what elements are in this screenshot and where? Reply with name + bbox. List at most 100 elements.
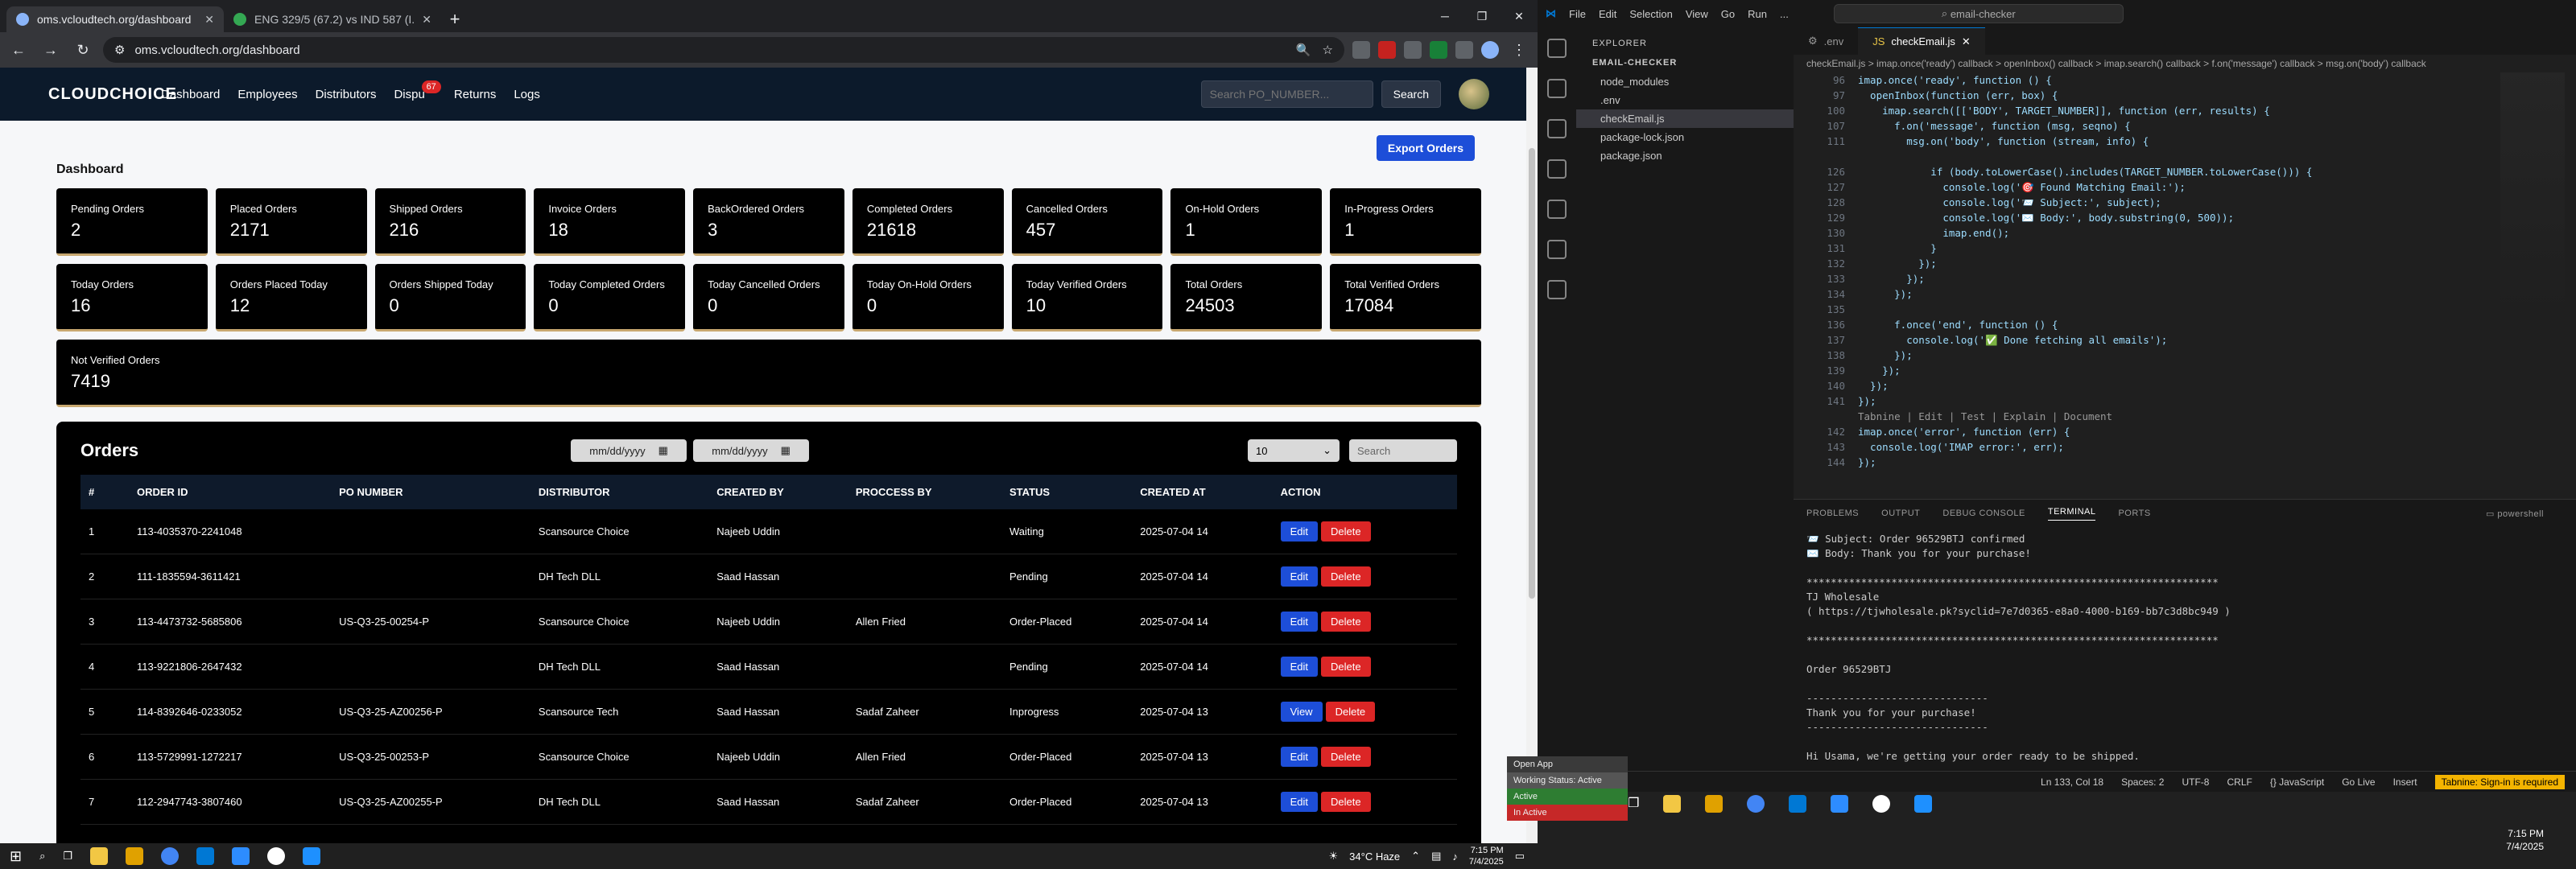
menu-kebab-icon[interactable]: ⋮ (1507, 42, 1531, 59)
row-view-button[interactable]: View (1280, 702, 1323, 722)
puzzle-icon[interactable] (1455, 41, 1473, 59)
popup-open-app[interactable]: Open App (1507, 756, 1628, 772)
row-delete-button[interactable]: Delete (1321, 566, 1371, 587)
clock[interactable]: 7:15 PM 7/4/2025 (1469, 845, 1504, 867)
page-size-select[interactable]: 10 ⌄ (1248, 439, 1340, 462)
app-icon[interactable] (303, 847, 321, 865)
row-delete-button[interactable]: Delete (1321, 747, 1371, 767)
shell-selector[interactable]: ▭ powershell (2486, 509, 2544, 519)
close-icon[interactable]: ✕ (422, 13, 431, 27)
file-tree-item[interactable]: node_modules (1576, 72, 1794, 91)
file-tree-item[interactable]: checkEmail.js (1576, 109, 1794, 128)
run-debug-icon[interactable] (1547, 159, 1567, 179)
status-go-live[interactable]: Go Live (2342, 776, 2375, 788)
menu-go[interactable]: Go (1721, 8, 1735, 20)
explorer-icon[interactable] (1547, 39, 1567, 58)
row-edit-button[interactable]: Edit (1280, 792, 1319, 812)
notification-icon[interactable]: ▭ (1515, 850, 1525, 863)
vscode-icon[interactable] (1789, 795, 1807, 813)
editor-tab-env[interactable]: ⚙ .env (1794, 27, 1858, 55)
terminal-output[interactable]: 📨 Subject: Order 96529BTJ confirmed ✉️ Bo… (1794, 527, 2576, 768)
minimap[interactable] (2500, 72, 2565, 314)
extensions-icon[interactable] (1547, 200, 1567, 219)
source-control-icon[interactable] (1547, 119, 1567, 138)
export-orders-button[interactable]: Export Orders (1376, 135, 1475, 161)
reload-icon[interactable]: ↻ (71, 42, 95, 59)
table-search-input[interactable]: Search (1349, 439, 1457, 462)
back-icon[interactable]: ← (6, 42, 31, 59)
row-edit-button[interactable]: Edit (1280, 566, 1319, 587)
app-icon[interactable] (267, 847, 286, 865)
clock[interactable]: 7:15 PM 7/4/2025 (2506, 827, 2544, 853)
status-cursor-position[interactable]: Ln 133, Col 18 (2041, 776, 2103, 788)
row-delete-button[interactable]: Delete (1321, 612, 1371, 632)
status-language[interactable]: {} JavaScript (2270, 776, 2324, 788)
row-delete-button[interactable]: Delete (1321, 657, 1371, 677)
close-icon[interactable]: ✕ (204, 13, 214, 27)
menu-file[interactable]: File (1569, 8, 1586, 20)
menu-more[interactable]: ... (1780, 8, 1789, 20)
tabnine-icon[interactable] (1547, 280, 1567, 299)
status-indent[interactable]: Spaces: 2 (2121, 776, 2164, 788)
panel-tab-terminal[interactable]: TERMINAL (2047, 507, 2096, 521)
store-icon[interactable] (126, 847, 144, 865)
weather-text[interactable]: 34°C Haze (1349, 850, 1400, 863)
store-icon[interactable] (1705, 795, 1724, 813)
menu-selection[interactable]: Selection (1629, 8, 1672, 20)
zoom-app-icon[interactable] (232, 847, 250, 865)
panel-tab-ports[interactable]: PORTS (2118, 509, 2150, 518)
command-center[interactable]: ⌕ email-checker (1833, 4, 2124, 23)
page-scrollbar[interactable] (1526, 68, 1538, 843)
row-delete-button[interactable]: Delete (1325, 702, 1376, 722)
code-editor[interactable]: 96 imap.once('ready', function () {97 ope… (1794, 72, 2576, 470)
date-to-input[interactable]: mm/dd/yyyy ▦ (693, 439, 810, 462)
breadcrumb[interactable]: checkEmail.js > imap.once('ready') callb… (1794, 55, 2576, 72)
file-explorer-icon[interactable] (90, 847, 109, 865)
avatar[interactable] (1459, 79, 1489, 109)
file-tree-item[interactable]: .env (1576, 91, 1794, 109)
minimize-icon[interactable]: ─ (1426, 0, 1463, 32)
row-delete-button[interactable]: Delete (1321, 521, 1371, 542)
status-encoding[interactable]: UTF-8 (2182, 776, 2209, 788)
extension-icon[interactable] (1404, 41, 1422, 59)
project-folder[interactable]: EMAIL-CHECKER (1576, 53, 1794, 72)
zoom-app-icon[interactable] (1831, 795, 1849, 813)
search-icon[interactable]: ⌕ (39, 850, 45, 863)
remote-explorer-icon[interactable] (1547, 240, 1567, 259)
scroll-thumb[interactable] (1529, 148, 1535, 599)
row-edit-button[interactable]: Edit (1280, 521, 1319, 542)
row-edit-button[interactable]: Edit (1280, 612, 1319, 632)
volume-icon[interactable]: ♪ (1452, 850, 1458, 863)
zoom-icon[interactable]: 🔍 (1296, 43, 1311, 57)
nav-dashboard[interactable]: Dashboard (161, 88, 220, 101)
nav-returns[interactable]: Returns (454, 88, 497, 101)
tray-chevron-icon[interactable]: ⌃ (1411, 850, 1420, 863)
new-tab-button[interactable]: + (441, 6, 469, 32)
status-tabnine[interactable]: Tabnine: Sign-in is required (2434, 774, 2565, 789)
chrome-icon[interactable] (1747, 795, 1765, 813)
tab-cricket[interactable]: ENG 329/5 (67.2) vs IND 587 (I... ✕ (224, 6, 441, 32)
task-view-icon[interactable]: ❐ (63, 850, 72, 863)
nav-distributors[interactable]: Distributors (316, 88, 377, 101)
bookmark-star-icon[interactable]: ☆ (1323, 43, 1333, 57)
popup-inactive[interactable]: In Active (1507, 805, 1628, 821)
maximize-icon[interactable]: ❐ (1463, 0, 1501, 32)
nav-disputes[interactable]: Dispu 67 (394, 80, 441, 101)
editor-tab-checkemail[interactable]: JS checkEmail.js ✕ (1858, 27, 1985, 55)
app-icon[interactable] (1872, 795, 1891, 813)
panel-tab-problems[interactable]: PROBLEMS (1806, 509, 1859, 518)
status-insert-mode[interactable]: Insert (2393, 776, 2417, 788)
network-icon[interactable]: ▤ (1431, 850, 1441, 863)
po-search-button[interactable]: Search (1381, 80, 1441, 108)
task-view-icon[interactable]: ❐ (1628, 795, 1639, 811)
app-icon[interactable] (1914, 795, 1933, 813)
cloudchoice-logo[interactable]: CLOUDCHOICE (48, 85, 176, 104)
file-explorer-icon[interactable] (1663, 795, 1682, 813)
vscode-icon[interactable] (196, 847, 215, 865)
file-tree-item[interactable]: package-lock.json (1576, 128, 1794, 146)
windows-start-icon[interactable]: ⊞ (10, 848, 22, 865)
row-delete-button[interactable]: Delete (1321, 792, 1371, 812)
date-from-input[interactable]: mm/dd/yyyy ▦ (571, 439, 687, 462)
menu-edit[interactable]: Edit (1599, 8, 1616, 20)
extension-icon[interactable] (1352, 41, 1370, 59)
